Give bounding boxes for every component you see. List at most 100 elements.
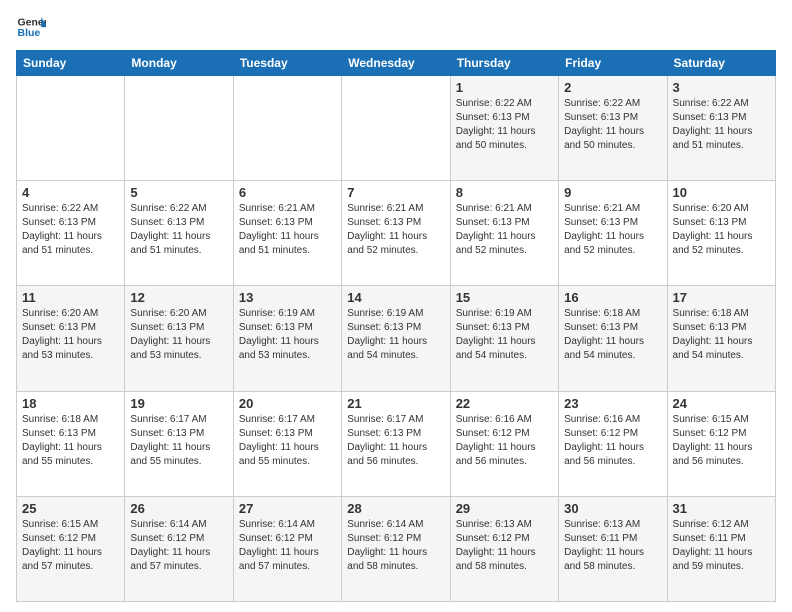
- calendar-cell: 22Sunrise: 6:16 AM Sunset: 6:12 PM Dayli…: [450, 391, 558, 496]
- calendar-week-5: 25 Sunrise: 6:15 AM Sunset: 6:12 PM Dayli…: [17, 496, 776, 601]
- day-number: 12: [130, 290, 227, 305]
- calendar-cell: 1 Sunrise: 6:22 AM Sunset: 6:13 PM Daylig…: [450, 76, 558, 181]
- weekday-header-thursday: Thursday: [450, 51, 558, 76]
- calendar-cell: [342, 76, 450, 181]
- day-number: 16: [564, 290, 661, 305]
- calendar-cell: 16 Sunrise: 6:18 AM Sunset: 6:13 PM Dayli…: [559, 286, 667, 391]
- calendar-cell: 27 Sunrise: 6:14 AM Sunset: 6:12 PM Dayli…: [233, 496, 341, 601]
- calendar-cell: 6 Sunrise: 6:21 AM Sunset: 6:13 PM Daylig…: [233, 181, 341, 286]
- day-number: 5: [130, 185, 227, 200]
- weekday-header-monday: Monday: [125, 51, 233, 76]
- day-detail: Sunrise: 6:15 AM Sunset: 6:12 PM Dayligh…: [673, 413, 770, 469]
- calendar-cell: 4Sunrise: 6:22 AM Sunset: 6:13 PM Daylig…: [17, 181, 125, 286]
- day-number: 4: [22, 185, 119, 200]
- calendar-cell: 26 Sunrise: 6:14 AM Sunset: 6:12 PM Dayli…: [125, 496, 233, 601]
- day-number: 9: [564, 185, 661, 200]
- day-detail: Sunrise: 6:16 AM Sunset: 6:12 PM Dayligh…: [564, 413, 661, 469]
- calendar-cell: 10 Sunrise: 6:20 AM Sunset: 6:13 PM Dayli…: [667, 181, 775, 286]
- day-detail: Sunrise: 6:15 AM Sunset: 6:12 PM Dayligh…: [22, 518, 119, 574]
- day-number: 7: [347, 185, 444, 200]
- calendar-cell: 13 Sunrise: 6:19 AM Sunset: 6:13 PM Dayli…: [233, 286, 341, 391]
- day-detail: Sunrise: 6:19 AM Sunset: 6:13 PM Dayligh…: [239, 307, 336, 363]
- day-number: 10: [673, 185, 770, 200]
- weekday-header-friday: Friday: [559, 51, 667, 76]
- calendar-cell: 31 Sunrise: 6:12 AM Sunset: 6:11 PM Dayli…: [667, 496, 775, 601]
- weekday-header-tuesday: Tuesday: [233, 51, 341, 76]
- day-detail: Sunrise: 6:21 AM Sunset: 6:13 PM Dayligh…: [456, 202, 553, 258]
- day-detail: Sunrise: 6:20 AM Sunset: 6:13 PM Dayligh…: [22, 307, 119, 363]
- calendar-cell: 30 Sunrise: 6:13 AM Sunset: 6:11 PM Dayli…: [559, 496, 667, 601]
- calendar-week-3: 11 Sunrise: 6:20 AM Sunset: 6:13 PM Dayli…: [17, 286, 776, 391]
- day-number: 1: [456, 80, 553, 95]
- day-detail: Sunrise: 6:21 AM Sunset: 6:13 PM Dayligh…: [564, 202, 661, 258]
- day-detail: Sunrise: 6:18 AM Sunset: 6:13 PM Dayligh…: [22, 413, 119, 469]
- day-detail: Sunrise: 6:22 AM Sunset: 6:13 PM Dayligh…: [130, 202, 227, 258]
- calendar-cell: [125, 76, 233, 181]
- day-number: 29: [456, 501, 553, 516]
- calendar-week-4: 18 Sunrise: 6:18 AM Sunset: 6:13 PM Dayli…: [17, 391, 776, 496]
- day-number: 19: [130, 396, 227, 411]
- svg-text:Blue: Blue: [18, 27, 41, 39]
- calendar-cell: 25 Sunrise: 6:15 AM Sunset: 6:12 PM Dayli…: [17, 496, 125, 601]
- day-number: 20: [239, 396, 336, 411]
- calendar-cell: 15 Sunrise: 6:19 AM Sunset: 6:13 PM Dayli…: [450, 286, 558, 391]
- day-number: 6: [239, 185, 336, 200]
- calendar-cell: 17Sunrise: 6:18 AM Sunset: 6:13 PM Dayli…: [667, 286, 775, 391]
- day-number: 25: [22, 501, 119, 516]
- day-detail: Sunrise: 6:18 AM Sunset: 6:13 PM Dayligh…: [564, 307, 661, 363]
- day-number: 28: [347, 501, 444, 516]
- calendar-cell: 14 Sunrise: 6:19 AM Sunset: 6:13 PM Dayli…: [342, 286, 450, 391]
- day-number: 27: [239, 501, 336, 516]
- calendar-cell: 29 Sunrise: 6:13 AM Sunset: 6:12 PM Dayli…: [450, 496, 558, 601]
- calendar-cell: [17, 76, 125, 181]
- calendar-cell: 24 Sunrise: 6:15 AM Sunset: 6:12 PM Dayli…: [667, 391, 775, 496]
- day-number: 23: [564, 396, 661, 411]
- day-number: 26: [130, 501, 227, 516]
- day-detail: Sunrise: 6:20 AM Sunset: 6:13 PM Dayligh…: [673, 202, 770, 258]
- calendar-cell: 18 Sunrise: 6:18 AM Sunset: 6:13 PM Dayli…: [17, 391, 125, 496]
- day-detail: Sunrise: 6:14 AM Sunset: 6:12 PM Dayligh…: [239, 518, 336, 574]
- day-detail: Sunrise: 6:13 AM Sunset: 6:12 PM Dayligh…: [456, 518, 553, 574]
- day-detail: Sunrise: 6:21 AM Sunset: 6:13 PM Dayligh…: [239, 202, 336, 258]
- day-detail: Sunrise: 6:13 AM Sunset: 6:11 PM Dayligh…: [564, 518, 661, 574]
- calendar-week-2: 4 Sunrise: 6:22 AM Sunset: 6:13 PM Daylig…: [17, 181, 776, 286]
- day-detail: Sunrise: 6:17 AM Sunset: 6:13 PM Dayligh…: [239, 413, 336, 469]
- calendar-cell: 21Sunrise: 6:17 AM Sunset: 6:13 PM Dayli…: [342, 391, 450, 496]
- day-number: 30: [564, 501, 661, 516]
- calendar-cell: 9 Sunrise: 6:21 AM Sunset: 6:13 PM Daylig…: [559, 181, 667, 286]
- logo-icon: General Blue: [16, 12, 46, 42]
- day-number: 14: [347, 290, 444, 305]
- calendar-cell: 7 Sunrise: 6:21 AM Sunset: 6:13 PM Daylig…: [342, 181, 450, 286]
- calendar-table: SundayMondayTuesdayWednesdayThursdayFrid…: [16, 50, 776, 602]
- day-detail: Sunrise: 6:19 AM Sunset: 6:13 PM Dayligh…: [456, 307, 553, 363]
- day-detail: Sunrise: 6:19 AM Sunset: 6:13 PM Dayligh…: [347, 307, 444, 363]
- calendar-cell: 28Sunrise: 6:14 AM Sunset: 6:12 PM Dayli…: [342, 496, 450, 601]
- calendar-cell: 3 Sunrise: 6:22 AM Sunset: 6:13 PM Daylig…: [667, 76, 775, 181]
- calendar-week-1: 1 Sunrise: 6:22 AM Sunset: 6:13 PM Daylig…: [17, 76, 776, 181]
- calendar-cell: [233, 76, 341, 181]
- weekday-header-sunday: Sunday: [17, 51, 125, 76]
- day-detail: Sunrise: 6:12 AM Sunset: 6:11 PM Dayligh…: [673, 518, 770, 574]
- day-number: 8: [456, 185, 553, 200]
- day-number: 24: [673, 396, 770, 411]
- day-number: 13: [239, 290, 336, 305]
- day-detail: Sunrise: 6:14 AM Sunset: 6:12 PM Dayligh…: [130, 518, 227, 574]
- day-number: 11: [22, 290, 119, 305]
- day-detail: Sunrise: 6:22 AM Sunset: 6:13 PM Dayligh…: [673, 97, 770, 153]
- calendar-cell: 11 Sunrise: 6:20 AM Sunset: 6:13 PM Dayli…: [17, 286, 125, 391]
- day-detail: Sunrise: 6:21 AM Sunset: 6:13 PM Dayligh…: [347, 202, 444, 258]
- top-section: General Blue: [16, 12, 776, 42]
- day-detail: Sunrise: 6:18 AM Sunset: 6:13 PM Dayligh…: [673, 307, 770, 363]
- weekday-header-row: SundayMondayTuesdayWednesdayThursdayFrid…: [17, 51, 776, 76]
- day-number: 21: [347, 396, 444, 411]
- day-number: 3: [673, 80, 770, 95]
- day-number: 22: [456, 396, 553, 411]
- day-detail: Sunrise: 6:17 AM Sunset: 6:13 PM Dayligh…: [130, 413, 227, 469]
- weekday-header-wednesday: Wednesday: [342, 51, 450, 76]
- day-detail: Sunrise: 6:22 AM Sunset: 6:13 PM Dayligh…: [456, 97, 553, 153]
- calendar-cell: 2Sunrise: 6:22 AM Sunset: 6:13 PM Daylig…: [559, 76, 667, 181]
- day-number: 18: [22, 396, 119, 411]
- calendar-cell: 5 Sunrise: 6:22 AM Sunset: 6:13 PM Daylig…: [125, 181, 233, 286]
- day-number: 31: [673, 501, 770, 516]
- day-number: 15: [456, 290, 553, 305]
